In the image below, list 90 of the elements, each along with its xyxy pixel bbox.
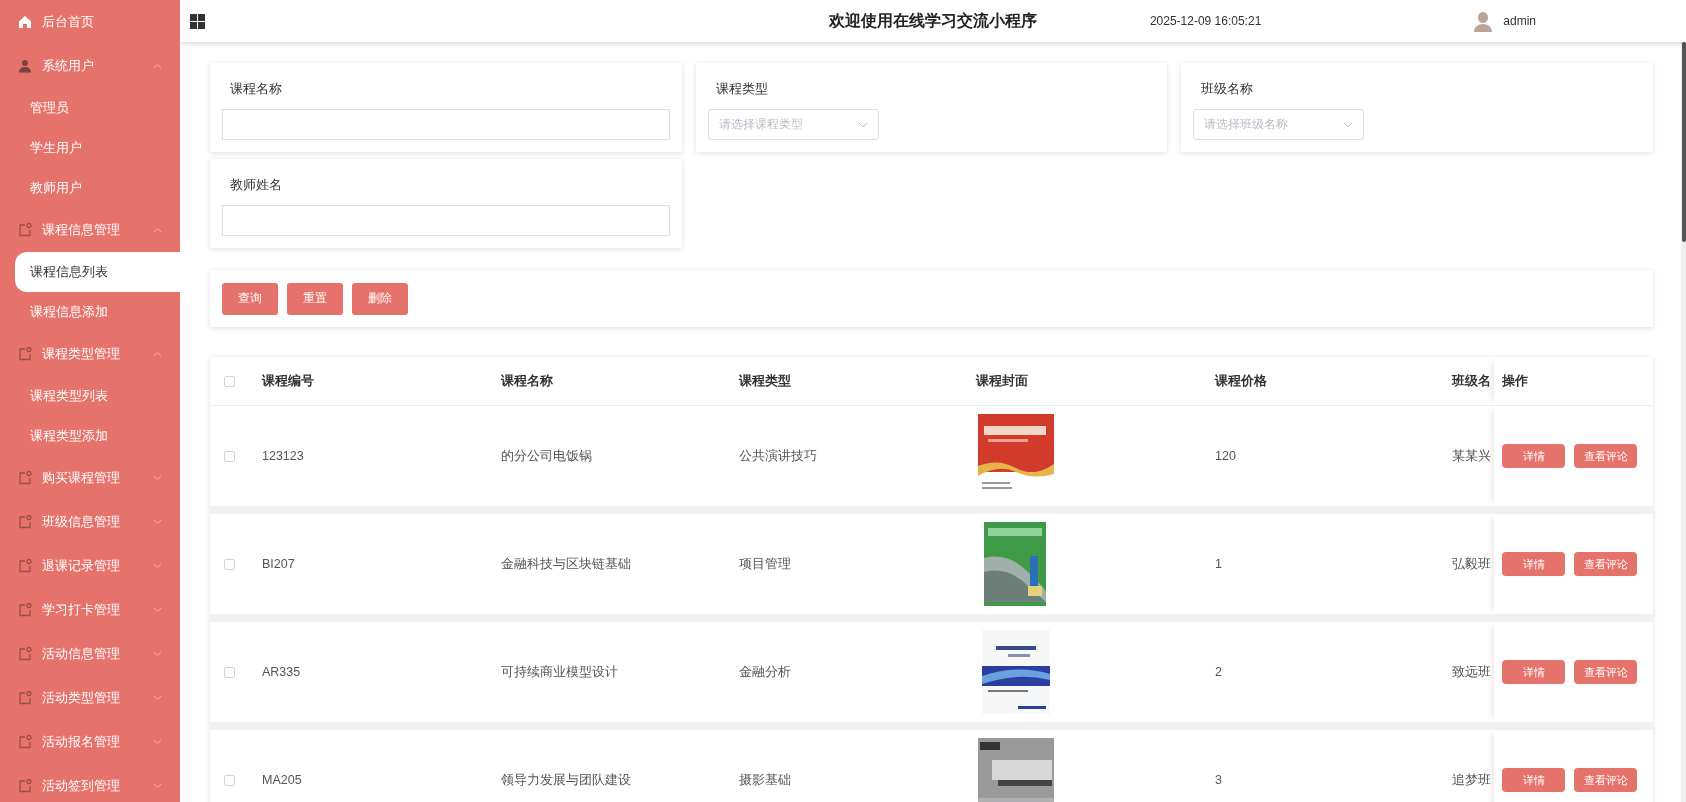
- table-cell: 弘毅班: [1452, 556, 1491, 571]
- column-header: 课程编号: [262, 373, 314, 388]
- note-icon: [18, 691, 32, 705]
- sidebar-submenu-item[interactable]: 课程信息列表: [15, 252, 180, 292]
- table-cell: 摄影基础: [739, 772, 791, 787]
- checkbox[interactable]: [224, 558, 235, 570]
- note-icon: [18, 735, 32, 749]
- details-button[interactable]: 详情: [1502, 768, 1565, 792]
- sidebar-menu-item[interactable]: 系统用户: [0, 44, 180, 88]
- select-field[interactable]: 请选择课程类型: [707, 109, 879, 140]
- table-cell: 追梦班: [1452, 772, 1491, 787]
- table-cell: 的分公司电饭锅: [501, 448, 592, 463]
- table-cell: 某某兴: [1452, 448, 1491, 463]
- field-label: 课程类型: [715, 81, 768, 98]
- sidebar-menu-item[interactable]: 班级信息管理: [0, 500, 180, 544]
- select-field[interactable]: 请选择班级名称: [1193, 109, 1365, 140]
- table-cell: 领导力发展与团队建设: [501, 772, 631, 787]
- chevron-icon: [857, 121, 868, 128]
- note-icon: [18, 779, 32, 793]
- sidebar-menu-item[interactable]: 学习打卡管理: [0, 588, 180, 632]
- avatar-icon[interactable]: [1473, 10, 1494, 32]
- checkbox[interactable]: [224, 774, 235, 786]
- note-icon: [18, 603, 32, 617]
- checkbox[interactable]: [224, 375, 235, 387]
- datetime: 2025-12-09 16:05:21: [1149, 14, 1262, 28]
- table-cell: 公共演讲技巧: [739, 448, 817, 463]
- user-icon: [18, 59, 32, 73]
- field-label: 教师姓名: [230, 177, 282, 194]
- table-cell: 3: [1215, 773, 1222, 787]
- note-icon: [18, 471, 32, 485]
- column-header: 课程类型: [739, 373, 791, 388]
- details-button[interactable]: 详情: [1502, 552, 1565, 576]
- details-button[interactable]: 详情: [1502, 444, 1565, 468]
- table-cell: MA205: [262, 773, 302, 787]
- checkbox[interactable]: [224, 666, 235, 678]
- sidebar-menu-item[interactable]: 课程类型管理: [0, 332, 180, 376]
- table-cell: AR335: [262, 665, 301, 679]
- note-icon: [18, 347, 32, 361]
- comments-button[interactable]: 查看评论: [1574, 660, 1637, 684]
- table-cell: 可持续商业模型设计: [501, 664, 618, 679]
- field-label: 班级名称: [1201, 81, 1254, 98]
- details-button[interactable]: 详情: [1502, 660, 1565, 684]
- table-cell: 123123: [262, 449, 304, 463]
- sidebar-submenu-item[interactable]: 课程信息添加: [0, 292, 180, 332]
- column-header: 班级名: [1452, 373, 1491, 388]
- note-icon: [18, 559, 32, 573]
- action-button[interactable]: 查询: [222, 282, 278, 315]
- input-field[interactable]: [222, 109, 670, 140]
- sidebar-menu-item[interactable]: 活动信息管理: [0, 632, 180, 676]
- chevron-icon: [1343, 121, 1354, 128]
- page-title: 欢迎使用在线学习交流小程序: [829, 11, 1037, 29]
- sidebar-menu-item[interactable]: 活动签到管理: [0, 764, 180, 802]
- table-cell: 致远班: [1452, 664, 1491, 679]
- sidebar-submenu-item[interactable]: 课程类型添加: [0, 416, 180, 456]
- comments-button[interactable]: 查看评论: [1574, 768, 1637, 792]
- column-header: 操作: [1502, 372, 1528, 390]
- table-cell: 金融科技与区块链基础: [501, 556, 631, 571]
- home-icon: [18, 15, 32, 29]
- table-cell: 1: [1215, 557, 1222, 571]
- field-label: 课程名称: [230, 81, 282, 98]
- checkbox[interactable]: [224, 450, 235, 462]
- sidebar-menu-item[interactable]: 活动类型管理: [0, 676, 180, 720]
- sidebar-submenu-item[interactable]: 教师用户: [0, 168, 180, 208]
- table-cell: 项目管理: [739, 556, 791, 571]
- note-icon: [18, 515, 32, 529]
- action-button[interactable]: 重置: [287, 282, 343, 315]
- table-cell: 120: [1215, 449, 1236, 463]
- scrollbar[interactable]: [1682, 42, 1686, 242]
- grid-menu-icon[interactable]: [190, 13, 205, 29]
- sidebar-menu-item[interactable]: 后台首页: [0, 0, 180, 44]
- sidebar-submenu-item[interactable]: 管理员: [0, 88, 180, 128]
- action-button[interactable]: 删除: [352, 282, 408, 315]
- sidebar-menu-item[interactable]: 活动报名管理: [0, 720, 180, 764]
- note-icon: [18, 647, 32, 661]
- sidebar-menu-item[interactable]: 课程信息管理: [0, 208, 180, 252]
- input-field[interactable]: [222, 205, 670, 236]
- table-cell: BI207: [262, 557, 295, 571]
- sidebar-submenu-item[interactable]: 课程类型列表: [0, 376, 180, 416]
- sidebar-submenu-item[interactable]: 学生用户: [0, 128, 180, 168]
- table-cell: 金融分析: [739, 664, 791, 679]
- column-header: 课程封面: [976, 373, 1028, 388]
- table-cell: 2: [1215, 665, 1222, 679]
- username[interactable]: admin: [1503, 14, 1536, 28]
- comments-button[interactable]: 查看评论: [1574, 444, 1637, 468]
- comments-button[interactable]: 查看评论: [1574, 552, 1637, 576]
- column-header: 课程名称: [501, 373, 553, 388]
- sidebar-menu-item[interactable]: 购买课程管理: [0, 456, 180, 500]
- column-header: 课程价格: [1215, 373, 1267, 388]
- sidebar-menu-item[interactable]: 退课记录管理: [0, 544, 180, 588]
- note-icon: [18, 223, 32, 237]
